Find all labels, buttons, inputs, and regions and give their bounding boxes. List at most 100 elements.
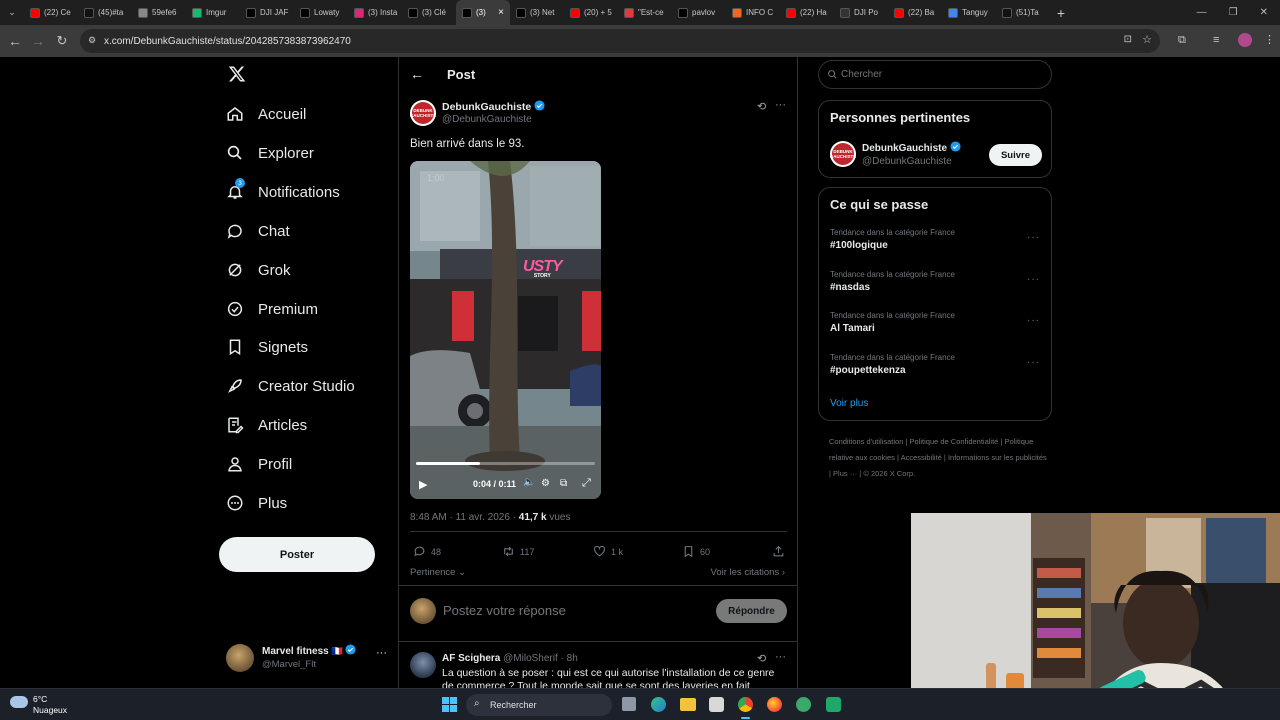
new-tab-button[interactable]: + xyxy=(1050,5,1072,21)
browser-tab[interactable]: (22) Ha xyxy=(780,0,834,25)
reply-button[interactable]: Répondre xyxy=(716,599,787,623)
close-window-icon[interactable]: ✕ xyxy=(1260,7,1268,18)
sidebar-item-creator-studio[interactable]: Creator Studio xyxy=(226,368,355,404)
reply-author-avatar[interactable] xyxy=(410,652,436,678)
minimize-icon[interactable]: — xyxy=(1197,7,1207,18)
install-app-icon[interactable]: ⊡ xyxy=(1124,34,1132,45)
sidebar-item-notifications[interactable]: 3 Notifications xyxy=(226,174,340,210)
account-switcher[interactable]: Marvel fitness 🇫🇷 @Marvel_Flt ··· xyxy=(226,643,391,673)
tab-search-button[interactable]: ⌄ xyxy=(0,0,24,25)
reply-author-handle[interactable]: @MiloSherif xyxy=(503,653,558,664)
post-video[interactable]: USTY STORY 1:00 ▶ 0:04 / 0:11 🔈 ⚙ ⧉ ⤢ xyxy=(410,161,601,499)
browser-tab[interactable]: (3) Clé xyxy=(402,0,456,25)
see-more-link[interactable]: Voir plus xyxy=(830,398,868,409)
post-author-avatar[interactable]: DEBUNK GAUCHISTE xyxy=(410,100,436,126)
account-more-icon[interactable]: ··· xyxy=(376,647,387,659)
reply-author-name[interactable]: AF Scighera xyxy=(442,653,500,664)
browser-tab[interactable]: Imgur xyxy=(186,0,240,25)
settings-icon[interactable]: ⚙ xyxy=(541,478,550,489)
search-input[interactable]: Chercher xyxy=(818,60,1052,89)
volume-icon[interactable]: 🔈 xyxy=(523,477,535,488)
footer-link[interactable]: Informations sur les publicités xyxy=(948,453,1047,462)
profile-icon[interactable] xyxy=(1238,33,1252,47)
trend-item[interactable]: Tendance dans la catégorie France Al Tama… xyxy=(830,311,1040,334)
browser-tab[interactable]: DJI Po xyxy=(834,0,888,25)
footer-link[interactable]: Politique de Confidentialité xyxy=(910,437,999,446)
repost-action[interactable]: 117 xyxy=(502,545,534,558)
relevant-person-handle[interactable]: @DebunkGauchiste xyxy=(862,156,952,167)
post-timestamp[interactable]: 8:48 AM · 11 avr. 2026 · xyxy=(410,512,519,523)
browser-tab[interactable]: Lowaty xyxy=(294,0,348,25)
menu-icon[interactable]: ⋮ xyxy=(1264,33,1275,46)
chrome-icon[interactable] xyxy=(738,697,753,712)
taskbar-search[interactable]: ⌕ Rechercher xyxy=(466,694,612,716)
post-author-handle[interactable]: @DebunkGauchiste xyxy=(442,114,532,125)
relevant-person-name[interactable]: DebunkGauchiste xyxy=(862,143,947,154)
file-explorer-icon[interactable] xyxy=(680,698,696,711)
browser-tab[interactable]: pavlov xyxy=(672,0,726,25)
trend-item[interactable]: Tendance dans la catégorie France #poupet… xyxy=(830,353,1040,376)
follow-button[interactable]: Suivre xyxy=(989,144,1042,166)
site-info-icon[interactable]: ⚙ xyxy=(88,35,96,46)
browser-tab[interactable]: DJI JAF xyxy=(240,0,294,25)
post-button[interactable]: Poster xyxy=(219,537,375,572)
sidebar-item-chat[interactable]: Chat xyxy=(226,213,290,249)
browser-tab[interactable]: (51)Ta xyxy=(996,0,1050,25)
discord-like-icon[interactable] xyxy=(826,697,841,712)
browser-tab[interactable]: 59efe6 xyxy=(132,0,186,25)
back-icon[interactable]: ← xyxy=(3,29,27,53)
reply-input[interactable]: Postez votre réponse xyxy=(443,603,693,618)
browser-tab[interactable]: (45)#ta xyxy=(78,0,132,25)
sidebar-item-grok[interactable]: Grok xyxy=(226,252,291,288)
reload-icon[interactable]: ↻ xyxy=(50,29,74,53)
maximize-icon[interactable]: ❐ xyxy=(1229,7,1238,18)
bookmark-star-icon[interactable]: ☆ xyxy=(1142,33,1152,46)
browser-tab[interactable]: (3) Net xyxy=(510,0,564,25)
address-bar[interactable]: ⚙ x.com/DebunkGauchiste/status/204285738… xyxy=(80,29,1160,53)
picture-in-picture-icon[interactable]: ⧉ xyxy=(560,478,567,489)
footer-link[interactable]: Accessibilité xyxy=(901,453,942,462)
share-action[interactable] xyxy=(772,545,785,558)
close-tab-icon[interactable]: × xyxy=(498,7,504,18)
edge-icon[interactable] xyxy=(651,697,666,712)
grok-icon[interactable]: ⟲ xyxy=(757,652,766,665)
browser-tab[interactable]: (3) × xyxy=(456,0,510,25)
video-progress-track[interactable] xyxy=(416,462,595,465)
trend-more-icon[interactable]: ··· xyxy=(1027,357,1040,368)
browser-tab[interactable]: (22) Ce xyxy=(24,0,78,25)
store-icon[interactable] xyxy=(709,697,724,712)
trend-more-icon[interactable]: ··· xyxy=(1027,315,1040,326)
browser-tab[interactable]: "Est-ce xyxy=(618,0,672,25)
media-control-icon[interactable]: ≡ xyxy=(1213,34,1219,46)
trend-more-icon[interactable]: ··· xyxy=(1027,232,1040,243)
post-author-name[interactable]: DebunkGauchiste xyxy=(442,101,531,113)
start-button[interactable] xyxy=(442,697,457,712)
trend-more-icon[interactable]: ··· xyxy=(1027,274,1040,285)
reply-action[interactable]: 48 xyxy=(413,545,441,558)
relevant-person-avatar[interactable]: DEBUNK GAUCHISTE xyxy=(830,141,856,167)
footer-link[interactable]: Plus ··· xyxy=(833,469,857,478)
back-arrow-icon[interactable]: ← xyxy=(410,66,424,82)
app-icon[interactable] xyxy=(796,697,811,712)
sort-dropdown[interactable]: Pertinence ⌄ xyxy=(410,567,466,578)
browser-tab[interactable]: (22) Ba xyxy=(888,0,942,25)
play-button-icon[interactable]: ▶ xyxy=(419,478,427,491)
task-view-icon[interactable] xyxy=(622,697,636,711)
bookmark-action[interactable]: 60 xyxy=(682,545,710,558)
post-more-icon[interactable]: ··· xyxy=(775,99,786,111)
sidebar-item-explorer[interactable]: Explorer xyxy=(226,135,314,171)
reply-time[interactable]: · 8h xyxy=(561,653,578,664)
sidebar-item-premium[interactable]: Premium xyxy=(226,291,318,327)
trend-item[interactable]: Tendance dans la catégorie France #100log… xyxy=(830,228,1040,251)
sidebar-item-articles[interactable]: Articles xyxy=(226,407,307,443)
like-action[interactable]: 1 k xyxy=(593,545,623,558)
grok-icon[interactable]: ⟲ xyxy=(757,100,766,113)
firefox-icon[interactable] xyxy=(767,697,782,712)
sidebar-item-signets[interactable]: Signets xyxy=(226,329,308,365)
trend-item[interactable]: Tendance dans la catégorie France #nasdas… xyxy=(830,270,1040,293)
x-logo[interactable] xyxy=(228,65,246,83)
fullscreen-icon[interactable]: ⤢ xyxy=(582,477,591,490)
reply-more-icon[interactable]: ··· xyxy=(775,651,786,663)
extensions-icon[interactable]: ⧉ xyxy=(1178,34,1186,47)
sidebar-item-profil[interactable]: Profil xyxy=(226,446,292,482)
